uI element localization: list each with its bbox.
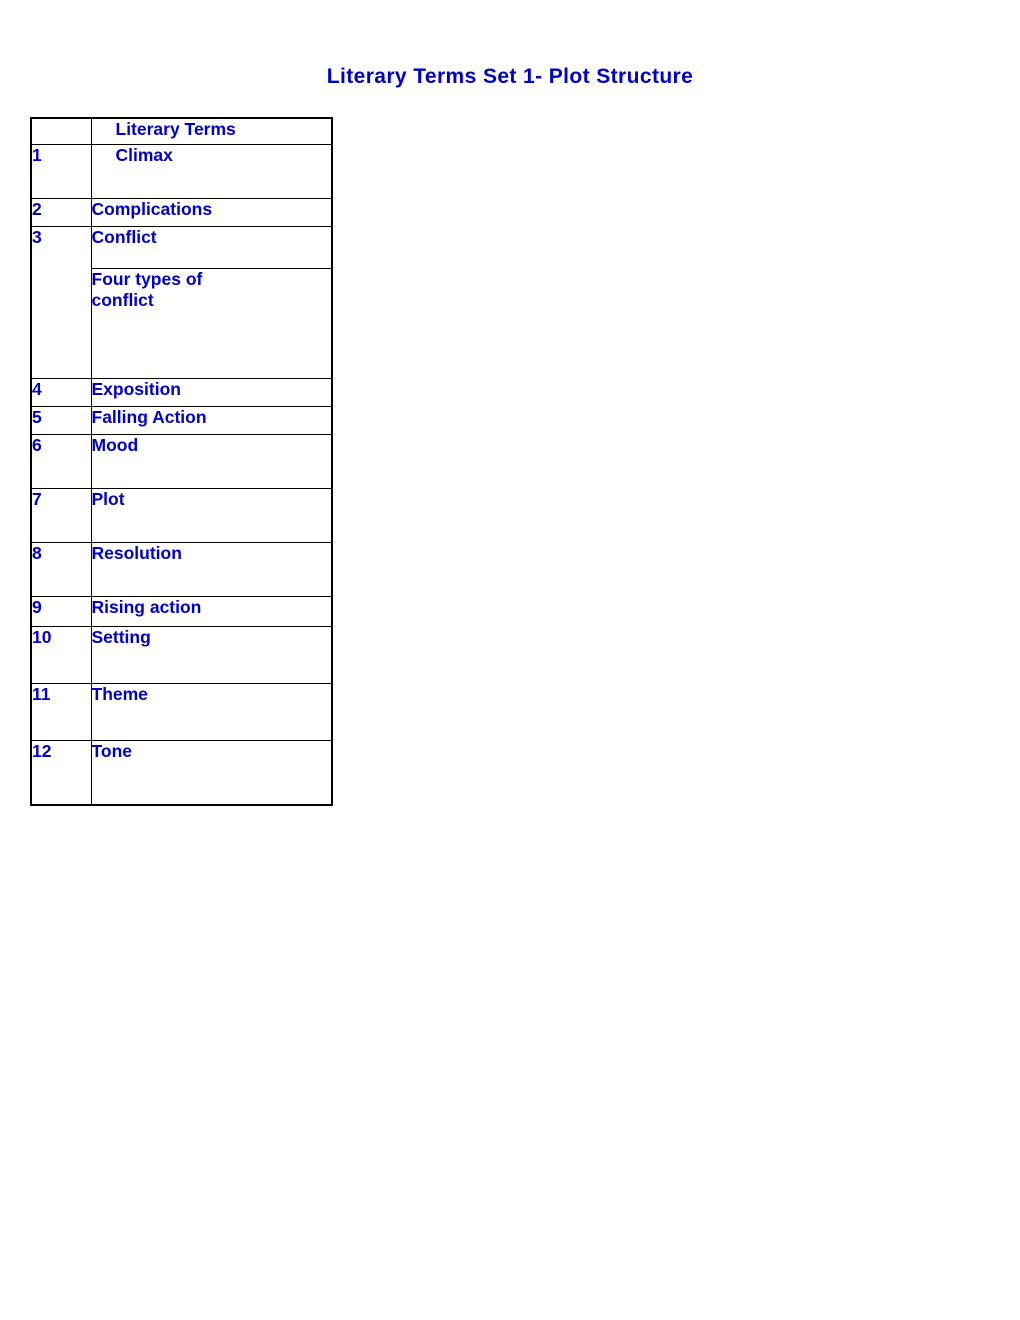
literary-terms-table: Literary Terms 1 Climax 2 Complications … xyxy=(30,117,333,806)
row-term-setting: Setting xyxy=(90,625,333,684)
table-row: 12 Tone xyxy=(30,739,333,806)
table-row: 5 Falling Action xyxy=(30,405,333,435)
row-number-4: 4 xyxy=(30,377,92,407)
row-term-theme: Theme xyxy=(90,682,333,741)
row-term-plot: Plot xyxy=(90,487,333,543)
four-types-line-1: Four types of xyxy=(91,268,203,289)
row-term-mood: Mood xyxy=(90,433,333,489)
page-title: Literary Terms Set 1- Plot Structure xyxy=(326,65,694,88)
row-term-conflict: Conflict xyxy=(90,225,333,269)
row-term-exposition: Exposition xyxy=(90,377,333,407)
table-row: 11 Theme xyxy=(30,682,333,741)
table-row: 8 Resolution xyxy=(30,541,333,597)
table-row: 9 Rising action xyxy=(30,595,333,627)
table-header-row: Literary Terms xyxy=(30,117,333,145)
row-number-2: 2 xyxy=(30,197,92,227)
row-number-12: 12 xyxy=(30,739,92,806)
row-term-resolution: Resolution xyxy=(90,541,333,597)
row-term-four-types-of-conflict: Four types of conflict xyxy=(90,267,333,379)
row-number-1: 1 xyxy=(30,143,92,199)
row-term-falling-action: Falling Action xyxy=(90,405,333,435)
row-term-rising-action: Rising action xyxy=(90,595,333,627)
table-row: 6 Mood xyxy=(30,433,333,489)
row-number-11: 11 xyxy=(30,682,92,741)
row-number-10: 10 xyxy=(30,625,92,684)
row-number-9: 9 xyxy=(30,595,92,627)
table-row: 4 Exposition xyxy=(30,377,333,407)
four-types-line-2: conflict xyxy=(91,290,154,311)
row-term-complications: Complications xyxy=(90,197,333,227)
table-row: 10 Setting xyxy=(30,625,333,684)
table-row: 1 Climax xyxy=(30,143,333,199)
header-cell-literary-terms: Literary Terms xyxy=(90,117,333,145)
document-page: Literary Terms Set 1- Plot Structure Lit… xyxy=(0,0,1020,1320)
literary-terms-table-container: Literary Terms 1 Climax 2 Complications … xyxy=(30,117,333,806)
table-row: 7 Plot xyxy=(30,487,333,543)
row-term-tone: Tone xyxy=(90,739,333,806)
row-number-8: 8 xyxy=(30,541,92,597)
row-term-climax: Climax xyxy=(90,143,333,199)
row-number-5: 5 xyxy=(30,405,92,435)
row-number-7: 7 xyxy=(30,487,92,543)
table-row: 3 Conflict xyxy=(30,225,333,379)
table-row: 2 Complications xyxy=(30,197,333,227)
row-number-6: 6 xyxy=(30,433,92,489)
row-number-3: 3 xyxy=(30,225,92,379)
header-cell-number xyxy=(30,117,92,145)
